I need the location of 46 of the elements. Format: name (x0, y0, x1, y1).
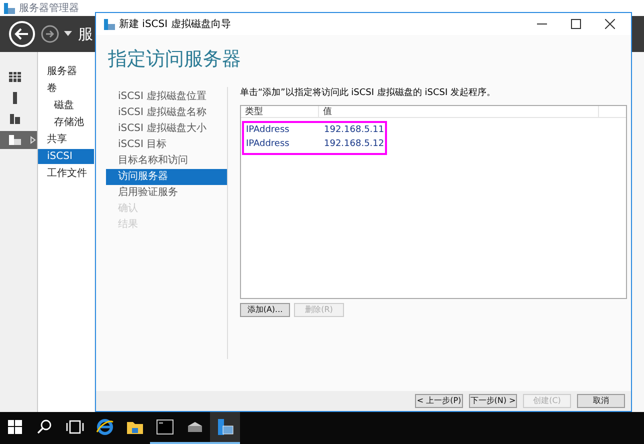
table-cell-text: 192.168.5.11 (323, 124, 384, 137)
column-header[interactable]: 值 (319, 106, 599, 116)
window-title: 服务器管理器 (19, 2, 79, 16)
button[interactable]: 下一步(N) > (469, 394, 517, 408)
wizard-step[interactable]: iSCSI 虚拟磁盘大小 (106, 121, 227, 137)
grid-icon (8, 70, 22, 84)
add-button[interactable]: 添加(A)... (240, 302, 290, 316)
maximize-icon[interactable] (571, 19, 581, 29)
wizard-step[interactable]: 访问服务器 (106, 169, 227, 185)
browser-e-icon (95, 417, 115, 437)
storage-icon (8, 133, 22, 147)
nav-item[interactable]: iSCSI (38, 149, 94, 164)
dialog-title: 新建 iSCSI 虚拟磁盘向导 (119, 18, 231, 32)
app-icon (4, 2, 15, 14)
server-manager-icon (215, 417, 235, 437)
nav-icon-item[interactable] (0, 131, 37, 149)
page-heading: 指定访问服务器 (107, 47, 242, 72)
nav-item[interactable]: 共享 (38, 132, 94, 147)
wizard-step[interactable]: iSCSI 目标 (106, 137, 227, 153)
expand-arrow-icon (30, 136, 36, 144)
nav-item[interactable]: 磁盘 (38, 98, 94, 113)
header-title: 服 (78, 24, 93, 45)
close-icon[interactable] (605, 19, 615, 29)
app-icon (104, 18, 115, 30)
dropdown-icon[interactable] (64, 31, 72, 37)
wizard-step[interactable]: 目标名称和访问 (106, 153, 227, 169)
windows-icon (5, 417, 25, 437)
taskbar-button[interactable] (210, 412, 240, 444)
button[interactable]: 取消 (577, 394, 625, 408)
nav-item[interactable]: 存储池 (38, 115, 94, 130)
back-icon[interactable] (8, 20, 36, 48)
instruction-text: 单击“添加”以指定将访问此 iSCSI 虚拟磁盘的 iSCSI 发起程序。 (240, 87, 496, 100)
wizard-step[interactable]: iSCSI 虚拟磁盘位置 (106, 89, 227, 105)
server-rack-icon (8, 112, 22, 126)
wizard-step[interactable]: 启用验证服务 (106, 185, 227, 201)
column-header[interactable]: 类型 (241, 106, 319, 116)
forward-icon[interactable] (40, 24, 60, 44)
table-cell-text: IPAddress (245, 124, 290, 137)
wizard-step[interactable]: iSCSI 虚拟磁盘名称 (106, 105, 227, 121)
table-cell-text: IPAddress (245, 138, 290, 151)
button[interactable]: < 上一步(P) (415, 394, 463, 408)
nav-item[interactable]: 工作文件 (38, 166, 94, 181)
table-cell-text: 192.168.5.12 (323, 138, 384, 151)
console-icon (155, 417, 175, 437)
nav-item[interactable]: 服务器 (38, 64, 94, 79)
nav-item[interactable]: 卷 (38, 81, 94, 96)
